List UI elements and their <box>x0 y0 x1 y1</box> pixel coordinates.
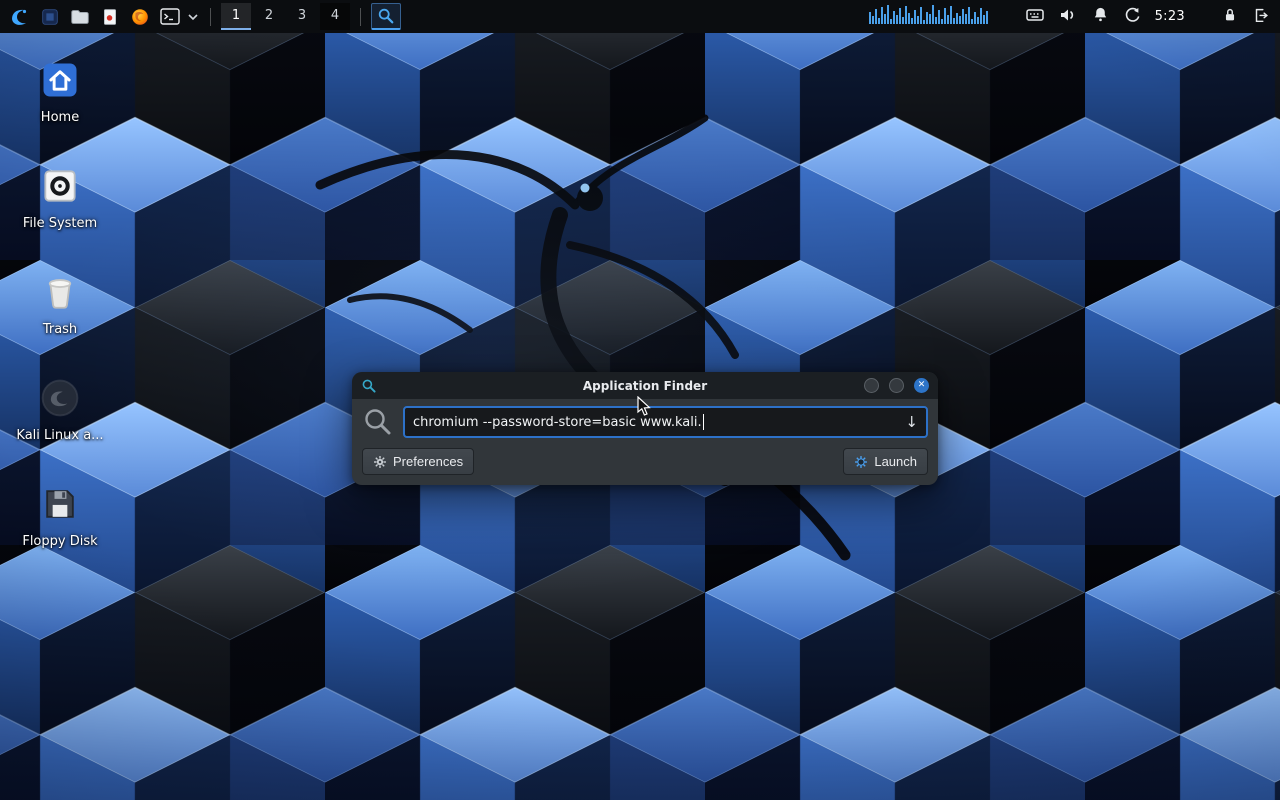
desktop: 1 2 3 4 5:23 <box>0 0 1280 800</box>
dialog-body: chromium --password-store=basic www.kali… <box>352 399 938 485</box>
close-icon: ✕ <box>918 381 926 390</box>
workspace-1[interactable]: 1 <box>221 3 251 30</box>
command-input[interactable]: chromium --password-store=basic www.kali… <box>403 406 928 438</box>
desktop-icon-floppy-disk[interactable]: Floppy Disk <box>12 480 108 549</box>
titlebar[interactable]: Application Finder ✕ <box>352 372 938 399</box>
app-finder-icon <box>361 378 377 394</box>
desktop-icon-file-system[interactable]: File System <box>12 162 108 231</box>
desktop-icon-label: Kali Linux a... <box>16 428 103 443</box>
trash-icon <box>36 268 84 316</box>
search-icon <box>362 406 394 438</box>
text-caret <box>703 414 704 430</box>
preferences-button[interactable]: Preferences <box>362 448 474 475</box>
file-system-icon <box>36 162 84 210</box>
launch-gear-icon <box>854 455 868 469</box>
close-button[interactable]: ✕ <box>914 378 929 393</box>
desktop-icon-kali-linux[interactable]: Kali Linux a... <box>12 374 108 443</box>
preferences-label: Preferences <box>393 454 463 469</box>
file-manager-icon[interactable] <box>66 3 93 30</box>
workspace-2[interactable]: 2 <box>254 3 284 30</box>
kali-linux-icon <box>36 374 84 422</box>
firefox-icon[interactable] <box>126 3 153 30</box>
desktop-icon-label: Home <box>41 110 79 125</box>
application-finder-window: Application Finder ✕ chromium --password… <box>352 372 938 485</box>
desktop-icon-label: Trash <box>43 322 77 337</box>
desktop-icon-column: Home File System Trash Kali Linux a... F… <box>12 56 108 549</box>
clock[interactable]: 5:23 <box>1155 9 1185 24</box>
launch-button[interactable]: Launch <box>843 448 928 475</box>
minimize-button[interactable] <box>864 378 879 393</box>
window-title: Application Finder <box>352 379 938 393</box>
system-tray: 5:23 <box>869 2 1274 32</box>
chevron-down-icon[interactable] <box>186 3 200 30</box>
lock-screen-icon[interactable] <box>1221 6 1239 28</box>
search-icon <box>377 7 395 25</box>
desktop-icon-home[interactable]: Home <box>12 56 108 125</box>
top-panel: 1 2 3 4 5:23 <box>0 0 1280 33</box>
audio-spectrum-graph[interactable] <box>869 2 989 32</box>
logout-icon[interactable] <box>1252 6 1270 28</box>
floppy-disk-icon <box>36 480 84 528</box>
launch-label: Launch <box>874 454 917 469</box>
desktop-icon-label: File System <box>23 216 97 231</box>
workspace-4[interactable]: 4 <box>320 3 350 30</box>
panel-separator <box>360 8 361 26</box>
update-sync-icon[interactable] <box>1123 5 1142 28</box>
taskbar-application-finder[interactable] <box>371 3 401 30</box>
volume-icon[interactable] <box>1058 5 1078 29</box>
home-icon <box>36 56 84 104</box>
text-editor-icon[interactable] <box>96 3 123 30</box>
panel-separator <box>210 8 211 26</box>
command-input-text: chromium --password-store=basic www.kali… <box>413 415 702 430</box>
maximize-button[interactable] <box>889 378 904 393</box>
keyboard-indicator-icon[interactable] <box>1025 5 1045 29</box>
terminal-icon[interactable] <box>156 3 183 30</box>
gear-icon <box>373 455 387 469</box>
kali-menu-icon[interactable] <box>6 3 33 30</box>
notifications-bell-icon[interactable] <box>1091 5 1110 28</box>
dropdown-arrow-icon[interactable]: ↓ <box>905 415 918 430</box>
desktop-icon-label: Floppy Disk <box>22 534 97 549</box>
desktop-icon-trash[interactable]: Trash <box>12 268 108 337</box>
workspace-3[interactable]: 3 <box>287 3 317 30</box>
settings-app-icon[interactable] <box>36 3 63 30</box>
